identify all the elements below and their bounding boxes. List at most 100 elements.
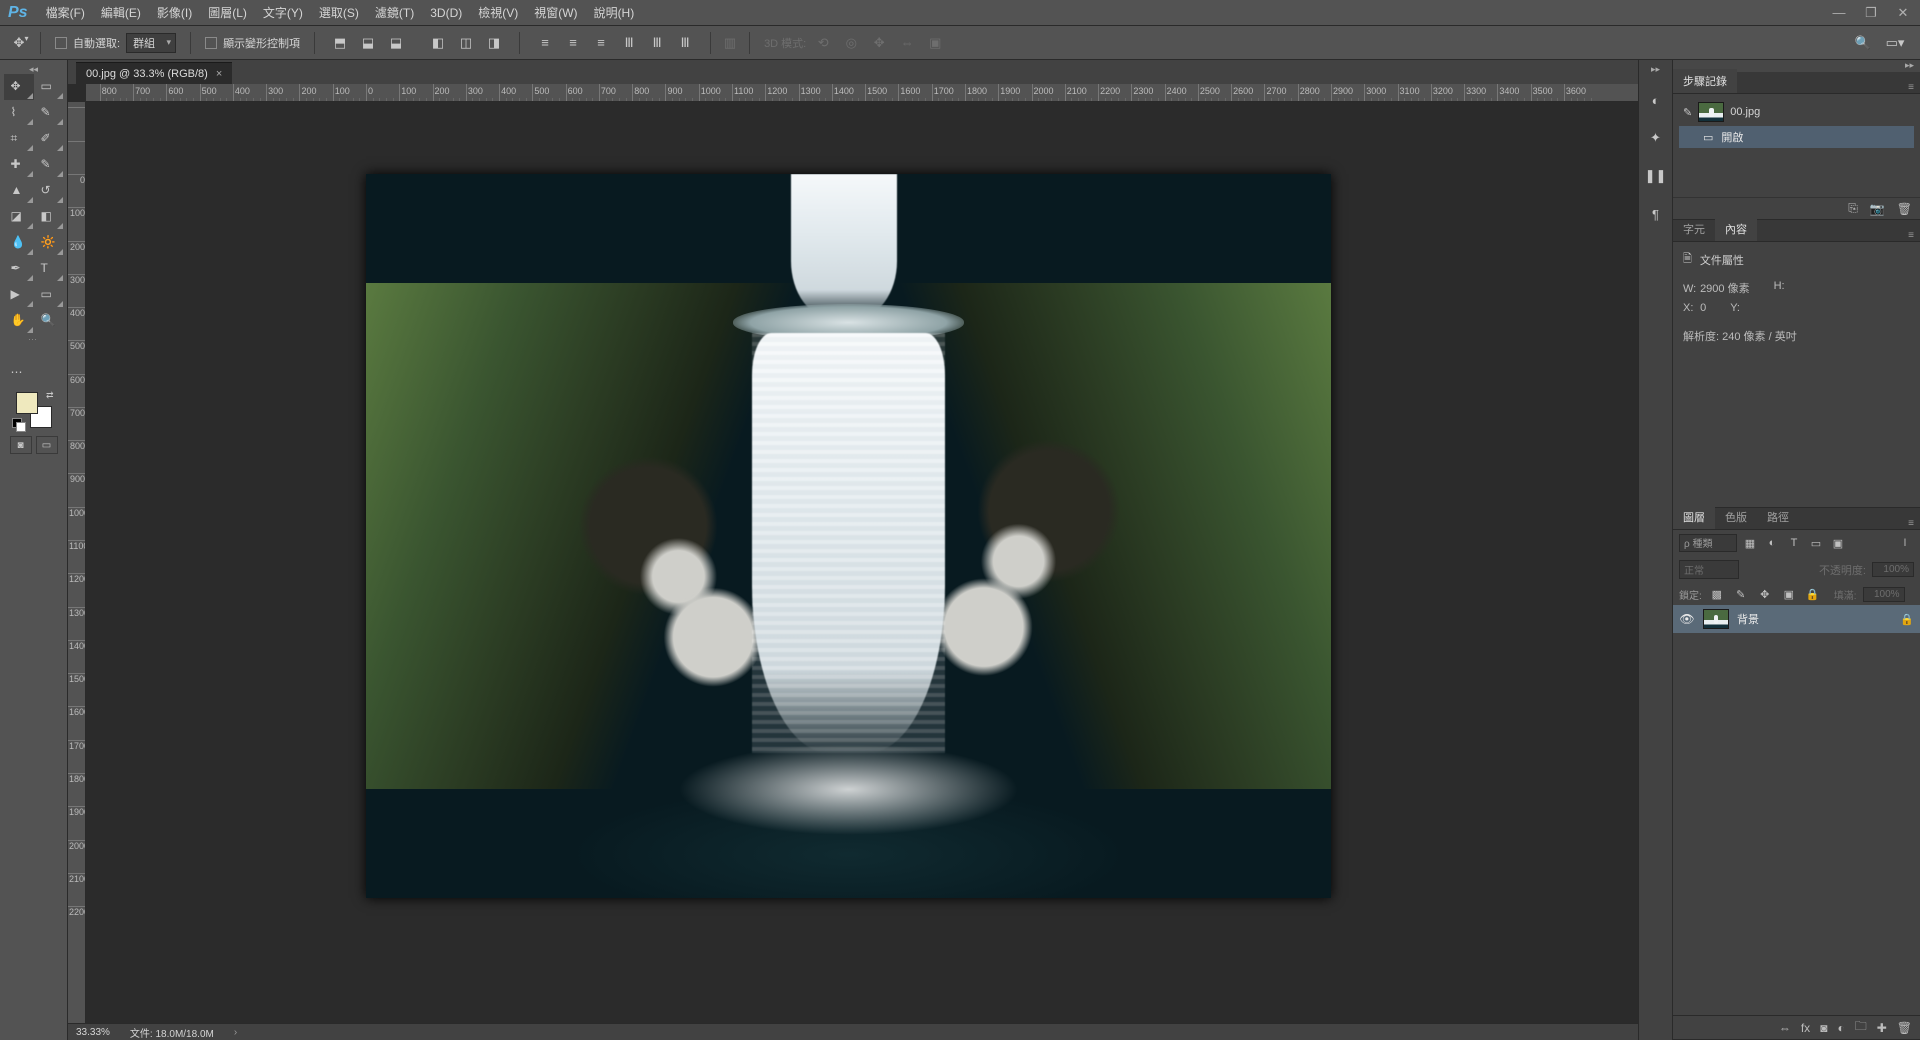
layers-tab[interactable]: 圖層 [1673,505,1715,529]
history-source[interactable]: ✎ 00.jpg [1679,98,1914,126]
lock-pixels-icon[interactable]: ✎ [1732,585,1750,603]
lasso-tool[interactable]: ⌇ [4,100,34,126]
menu-filter[interactable]: 濾鏡(T) [367,0,422,25]
auto-align-icon[interactable]: ▥ [719,32,741,54]
align-hcenter-icon[interactable]: ◫ [455,32,477,54]
clone-stamp-tool[interactable]: ▲ [4,178,34,204]
gradient-tool[interactable]: ◧ [34,204,64,230]
new-layer-icon[interactable]: ✚ [1877,1021,1887,1035]
distribute-bottom-icon[interactable]: ≡ [590,32,612,54]
hand-tool[interactable]: ✋ [4,308,34,334]
properties-panel-menu-icon[interactable]: ≡ [1902,230,1920,241]
layer-style-icon[interactable]: fx [1801,1021,1810,1035]
align-top-icon[interactable]: ⬒ [329,32,351,54]
window-restore-icon[interactable]: ❐ [1864,5,1878,21]
character-tab[interactable]: 字元 [1673,217,1715,241]
lock-all-icon[interactable]: 🔒 [1804,585,1822,603]
distribute-hcenter-icon[interactable]: Ⅲ [646,32,668,54]
move-tool-indicator-icon[interactable]: ✥▾ [10,32,32,54]
blur-tool[interactable]: 💧 [4,230,34,256]
layer-visibility-icon[interactable]: 👁 [1679,612,1695,626]
pen-tool[interactable]: ✒ [4,256,34,282]
window-minimize-icon[interactable]: — [1832,5,1846,21]
menu-edit[interactable]: 編輯(E) [93,0,149,25]
history-brush-source-icon[interactable]: ✎ [1683,106,1692,119]
history-tab[interactable]: 步驟記錄 [1673,69,1737,93]
move-tool[interactable]: ✥ [4,74,34,100]
canvas-viewport[interactable] [86,102,1638,1023]
layer-locked-icon[interactable]: 🔒 [1900,613,1914,626]
auto-select-dropdown[interactable]: 群組 [126,33,176,53]
menu-view[interactable]: 檢視(V) [470,0,526,25]
healing-brush-tool[interactable]: ✚ [4,152,34,178]
history-entry-open[interactable]: ▭ 開啟 [1679,126,1914,148]
search-icon[interactable]: 🔍 [1852,32,1874,54]
fill-field[interactable]: 100% [1863,587,1905,602]
show-transform-checkbox[interactable] [205,37,217,49]
menu-type[interactable]: 文字(Y) [255,0,311,25]
align-right-icon[interactable]: ◨ [483,32,505,54]
filter-smart-icon[interactable]: ▣ [1829,534,1847,552]
menu-layer[interactable]: 圖層(L) [200,0,255,25]
history-panel-menu-icon[interactable]: ≡ [1902,82,1920,93]
horizontal-ruler[interactable]: 8007006005004003002001000100200300400500… [86,84,1638,102]
align-bottom-icon[interactable]: ⬓ [385,32,407,54]
menu-3d[interactable]: 3D(D) [422,2,470,24]
swap-colors-icon[interactable]: ⇄ [46,390,54,401]
3d-orbit-icon[interactable]: ⟲ [812,32,834,54]
link-layers-icon[interactable]: ⇔ [1779,1021,1791,1035]
strip-paragraph-icon[interactable]: ¶ [1646,204,1666,224]
layer-group-icon[interactable]: 🗀 [1855,1017,1867,1038]
distribute-vcenter-icon[interactable]: ≡ [562,32,584,54]
align-left-icon[interactable]: ◧ [427,32,449,54]
align-vcenter-icon[interactable]: ⬓ [357,32,379,54]
brush-tool[interactable]: ✎ [34,152,64,178]
menu-image[interactable]: 影像(I) [149,0,200,25]
adjustment-layer-icon[interactable]: ◐ [1837,1021,1844,1035]
path-select-tool[interactable]: ▶ [4,282,34,308]
3d-slide-icon[interactable]: ⇔ [896,32,918,54]
statusbar-chevron-icon[interactable]: › [234,1027,237,1038]
zoom-tool[interactable]: 🔍 [34,308,64,334]
filter-shape-icon[interactable]: ▭ [1807,534,1825,552]
menu-file[interactable]: 檔案(F) [38,0,93,25]
channels-tab[interactable]: 色版 [1715,505,1757,529]
distribute-top-icon[interactable]: ≡ [534,32,556,54]
eraser-tool[interactable]: ◪ [4,204,34,230]
zoom-level[interactable]: 33.33% [76,1027,110,1038]
3d-roll-icon[interactable]: ◎ [840,32,862,54]
3d-pan-icon[interactable]: ✥ [868,32,890,54]
distribute-left-icon[interactable]: Ⅲ [618,32,640,54]
lock-transparency-icon[interactable]: ▩ [1708,585,1726,603]
distribute-right-icon[interactable]: Ⅲ [674,32,696,54]
filter-adjust-icon[interactable]: ◐ [1763,534,1781,552]
3d-camera-icon[interactable]: ▣ [924,32,946,54]
eyedropper-tool[interactable]: ✐ [34,126,64,152]
layer-name[interactable]: 背景 [1737,611,1759,627]
layer-mask-icon[interactable]: ◙ [1820,1021,1827,1035]
default-colors-icon[interactable] [12,418,24,430]
strip-collapse-icon[interactable]: ▸▸ [1651,64,1660,75]
tab-close-icon[interactable]: × [216,68,222,80]
delete-layer-icon[interactable]: 🗑 [1897,1021,1912,1035]
properties-tab[interactable]: 內容 [1715,217,1757,241]
document-tab[interactable]: 00.jpg @ 33.3% (RGB/8) × [76,62,232,84]
foreground-color-swatch[interactable] [16,392,38,414]
marquee-tool[interactable]: ▭ [34,74,64,100]
quick-select-tool[interactable]: ✎ [34,100,64,126]
history-brush-tool[interactable]: ↺ [34,178,64,204]
menu-select[interactable]: 選取(S) [311,0,367,25]
strip-channels-icon[interactable]: ❚❚ [1646,166,1666,186]
workspace-switcher-icon[interactable]: ▭▾ [1884,32,1906,54]
crop-tool[interactable]: ⌗ [4,126,34,152]
color-swatches[interactable]: ⇄ [14,390,54,430]
lock-artboard-icon[interactable]: ▣ [1780,585,1798,603]
toolbox-collapse-icon[interactable]: ◂◂ [4,64,64,74]
blend-mode-dropdown[interactable]: 正常 [1679,560,1739,579]
layer-row-background[interactable]: 👁 背景 🔒 [1673,605,1920,633]
layer-filter-type[interactable]: ρ 種類 [1679,534,1737,552]
screen-mode-icon[interactable]: ▭ [36,436,58,454]
opacity-field[interactable]: 100% [1872,562,1914,577]
filter-pixel-icon[interactable]: ▦ [1741,534,1759,552]
dodge-tool[interactable]: 🔆 [34,230,64,256]
